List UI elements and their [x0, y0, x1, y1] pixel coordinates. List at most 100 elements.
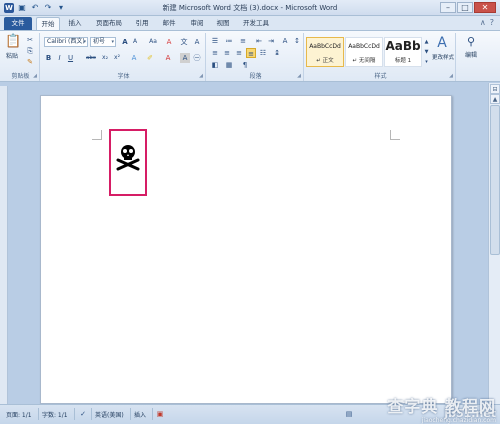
copy-icon[interactable]: ⎘: [24, 46, 36, 56]
font-size-value: 初号: [93, 38, 106, 45]
increase-indent-icon[interactable]: ⇥: [266, 36, 276, 46]
clipboard-group: 📋 粘贴 ✂ ⎘ ✎ 剪贴板 ◢: [2, 33, 40, 81]
paste-button[interactable]: 粘贴: [2, 52, 22, 62]
skull-crossbones-icon[interactable]: [115, 143, 141, 171]
font-group: Calibri (西文) ▾ 初号 ▾ A A Aa A 文 A B I U abc…: [42, 33, 206, 81]
editing-button[interactable]: 编辑: [458, 51, 484, 61]
styles-scroll-up-icon[interactable]: ▲: [423, 37, 430, 47]
font-color-icon[interactable]: A: [162, 53, 174, 63]
margin-corner-mark: [92, 130, 102, 140]
shading-icon[interactable]: ◧: [210, 60, 220, 70]
font-name-value: Calibri (西文): [47, 38, 85, 45]
phonetic-guide-icon[interactable]: 文: [178, 37, 190, 47]
style-sample: AaBb: [385, 39, 421, 53]
align-left-icon[interactable]: ≡: [210, 48, 220, 58]
watermark-line-3: jiaocheng.chazidian.com: [421, 417, 496, 424]
bullets-icon[interactable]: ☰: [210, 36, 220, 46]
character-shading-icon[interactable]: A: [180, 53, 190, 63]
page-count-status[interactable]: 页面: 1/1: [6, 410, 32, 419]
style-name: ↵ 正文: [316, 58, 334, 64]
style-sample: AaBbCcDd: [309, 43, 341, 50]
ribbon-right-controls: ∧ ?: [480, 18, 494, 27]
tab-insert[interactable]: 插入: [64, 17, 86, 30]
help-icon[interactable]: ?: [490, 18, 494, 27]
underline-button[interactable]: U: [66, 53, 75, 63]
font-dialog-launcher-icon[interactable]: ◢: [199, 73, 203, 79]
paste-icon[interactable]: 📋: [5, 34, 21, 50]
scroll-up-icon[interactable]: ▲: [490, 94, 500, 104]
decrease-indent-icon[interactable]: ⇤: [254, 36, 264, 46]
cut-icon[interactable]: ✂: [24, 35, 36, 45]
grow-font-button[interactable]: A: [120, 37, 130, 47]
insert-mode-status[interactable]: 插入: [134, 410, 146, 419]
italic-button[interactable]: I: [55, 53, 64, 63]
font-size-select[interactable]: 初号 ▾: [90, 37, 116, 47]
ribbon-tabs: 文件 开始 插入 页面布局 引用 邮件 审阅 视图 开发工具: [0, 16, 500, 30]
highlight-color-icon[interactable]: ✐: [144, 53, 156, 63]
minimize-button[interactable]: –: [440, 2, 456, 13]
print-layout-view-icon[interactable]: ▤: [344, 409, 354, 419]
tab-review[interactable]: 审阅: [186, 17, 208, 30]
find-binoculars-icon[interactable]: ⚲: [462, 35, 480, 49]
proofing-check-icon[interactable]: ✓: [78, 409, 88, 419]
editing-group: ⚲ 编辑: [458, 33, 486, 81]
line-spacing-icon[interactable]: ↨: [272, 48, 282, 58]
change-styles-button[interactable]: 更改样式: [430, 53, 456, 63]
shrink-font-button[interactable]: A: [130, 37, 140, 47]
maximize-button[interactable]: □: [457, 2, 473, 13]
show-marks-icon[interactable]: ¶: [240, 60, 250, 70]
word-count-status[interactable]: 字数: 1/1: [42, 410, 68, 419]
styles-scroll-down-icon[interactable]: ▼: [423, 47, 430, 57]
strikethrough-button[interactable]: abc: [84, 53, 98, 63]
tab-mailings[interactable]: 邮件: [158, 17, 180, 30]
style-no-spacing[interactable]: AaBbCcDd ↵ 无间隔: [345, 37, 383, 67]
tab-home[interactable]: 开始: [36, 17, 60, 30]
superscript-button[interactable]: x²: [112, 53, 122, 63]
watermark-site: 查字典 教程网 jiaocheng.chazidian.com: [387, 393, 496, 424]
subscript-button[interactable]: x₂: [100, 53, 110, 63]
clear-formatting-button[interactable]: A: [164, 37, 174, 47]
close-button[interactable]: ✕: [474, 2, 496, 13]
tab-file[interactable]: 文件: [4, 17, 32, 30]
justify-icon[interactable]: ≡: [246, 48, 256, 58]
chinese-layout-icon[interactable]: A: [280, 36, 290, 46]
title-bar: W ▣ ↶ ↷ ▾ 新建 Microsoft Word 文档 (3).docx …: [0, 0, 500, 16]
document-page[interactable]: [40, 95, 452, 404]
style-name: 标题 1: [394, 58, 412, 64]
sort-icon[interactable]: ↕: [292, 36, 302, 46]
tab-page-layout[interactable]: 页面布局: [92, 17, 126, 30]
format-painter-icon[interactable]: ✎: [24, 57, 36, 67]
minimize-ribbon-icon[interactable]: ∧: [480, 18, 486, 27]
margin-corner-mark: [390, 130, 400, 140]
change-styles-icon[interactable]: A: [432, 35, 452, 51]
change-case-button[interactable]: Aa: [146, 37, 160, 47]
styles-more-icon[interactable]: ▾: [423, 57, 430, 67]
macro-record-icon[interactable]: ▣: [155, 409, 165, 419]
borders-icon[interactable]: ▦: [224, 60, 234, 70]
vertical-ruler: [0, 86, 8, 404]
align-center-icon[interactable]: ≡: [222, 48, 232, 58]
character-border-icon[interactable]: A: [192, 37, 202, 47]
scrollbar-thumb[interactable]: [490, 105, 500, 255]
styles-group: AaBbCcDd ↵ 正文 AaBbCcDd ↵ 无间隔 AaBb 标题 1 ▲…: [306, 33, 456, 81]
styles-group-label: 样式: [374, 73, 387, 80]
tab-view[interactable]: 视图: [212, 17, 234, 30]
distributed-icon[interactable]: ☷: [258, 48, 268, 58]
align-right-icon[interactable]: ≡: [234, 48, 244, 58]
multilevel-list-icon[interactable]: ≡: [238, 36, 248, 46]
vertical-scrollbar[interactable]: ⊟ ▲: [488, 83, 500, 404]
tab-references[interactable]: 引用: [132, 17, 152, 30]
text-effects-icon[interactable]: A: [128, 53, 140, 63]
styles-dialog-launcher-icon[interactable]: ◢: [449, 73, 453, 79]
tab-developer[interactable]: 开发工具: [240, 17, 272, 30]
style-normal[interactable]: AaBbCcDd ↵ 正文: [306, 37, 344, 67]
style-heading-1[interactable]: AaBb 标题 1: [384, 37, 422, 67]
paragraph-dialog-launcher-icon[interactable]: ◢: [297, 73, 301, 79]
clipboard-dialog-launcher-icon[interactable]: ◢: [33, 73, 37, 79]
font-name-select[interactable]: Calibri (西文) ▾: [44, 37, 88, 47]
numbering-icon[interactable]: ≔: [224, 36, 234, 46]
ruler-toggle-icon[interactable]: ⊟: [490, 84, 500, 94]
bold-button[interactable]: B: [44, 53, 53, 63]
language-status[interactable]: 英语(美国): [95, 410, 124, 419]
enclose-characters-icon[interactable]: ㊀: [192, 53, 202, 63]
